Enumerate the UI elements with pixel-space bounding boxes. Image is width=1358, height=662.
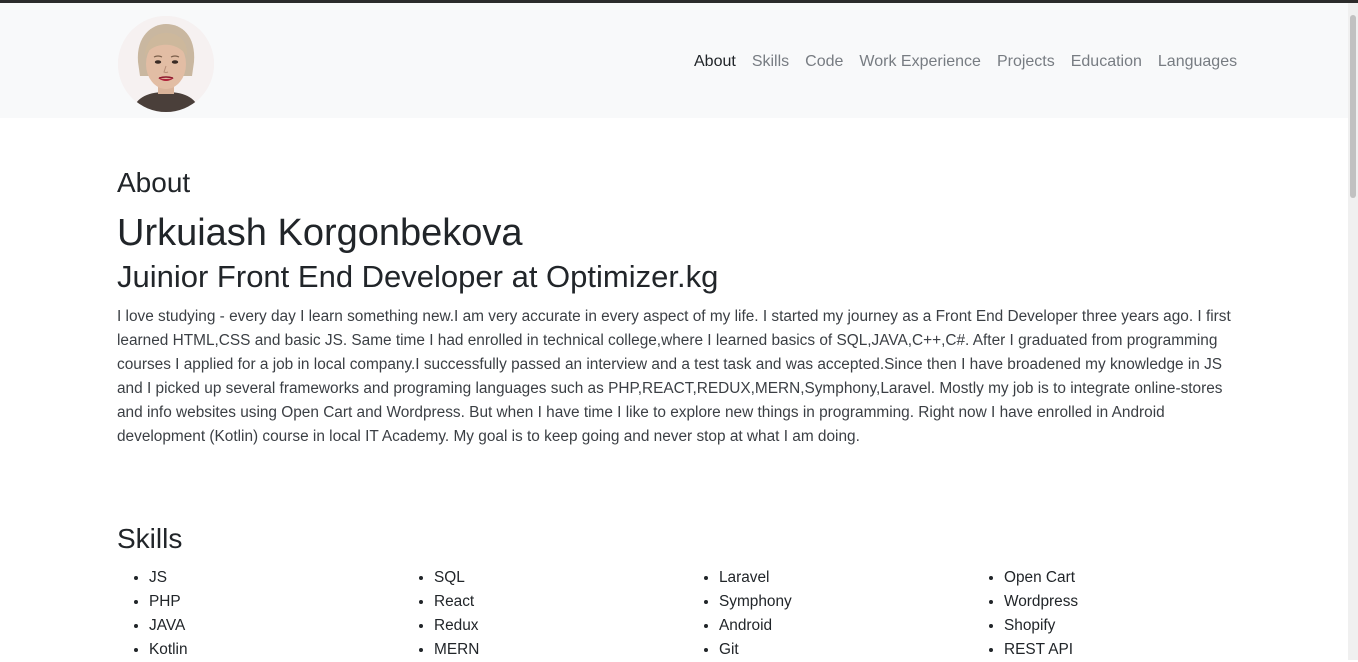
skills-column-3: Laravel Symphony Android Git [687,566,972,662]
skill-item: Redux [434,614,687,638]
skills-column-4: Open Cart Wordpress Shopify REST API [972,566,1257,662]
nav-link-skills[interactable]: Skills [744,50,797,74]
main-nav: About Skills Code Work Experience Projec… [686,50,1245,74]
skill-item: JS [149,566,402,590]
skill-item: Symphony [719,590,972,614]
skill-item: Wordpress [1004,590,1257,614]
nav-link-languages[interactable]: Languages [1150,50,1245,74]
navbar: About Skills Code Work Experience Projec… [0,3,1348,118]
skill-item: React [434,590,687,614]
person-name: Urkuiash Korgonbekova [117,211,523,254]
skills-column-2: SQL React Redux MERN [402,566,687,662]
page-scrollbar[interactable] [1348,3,1358,660]
skill-item: MERN [434,638,687,662]
nav-link-about[interactable]: About [686,50,744,74]
skill-item: Android [719,614,972,638]
skills-heading: Skills [117,523,183,554]
profile-avatar[interactable] [118,16,214,112]
skill-item: PHP [149,590,402,614]
skills-column-1: JS PHP JAVA Kotlin [117,566,402,662]
bio-paragraph: I love studying - every day I learn some… [117,308,1231,446]
skill-item: Git [719,638,972,662]
skills-list: JS PHP JAVA Kotlin SQL React Redux MERN … [117,566,1257,662]
nav-link-work-experience[interactable]: Work Experience [851,50,989,74]
about-section: About Urkuiash Korgonbekova Juinior Fron… [117,166,1237,449]
skill-item: JAVA [149,614,402,638]
skill-item: SQL [434,566,687,590]
nav-link-education[interactable]: Education [1063,50,1150,74]
skill-item: Laravel [719,566,972,590]
nav-link-code[interactable]: Code [797,50,851,74]
job-title: Juinior Front End Developer at Optimizer… [117,259,719,295]
skill-item: Kotlin [149,638,402,662]
skill-item: Shopify [1004,614,1257,638]
nav-link-projects[interactable]: Projects [989,50,1063,74]
skill-item: Open Cart [1004,566,1257,590]
profile-photo-icon [118,16,214,112]
about-heading: About [117,167,191,198]
scrollbar-thumb[interactable] [1350,15,1356,198]
skill-item: REST API [1004,638,1257,662]
